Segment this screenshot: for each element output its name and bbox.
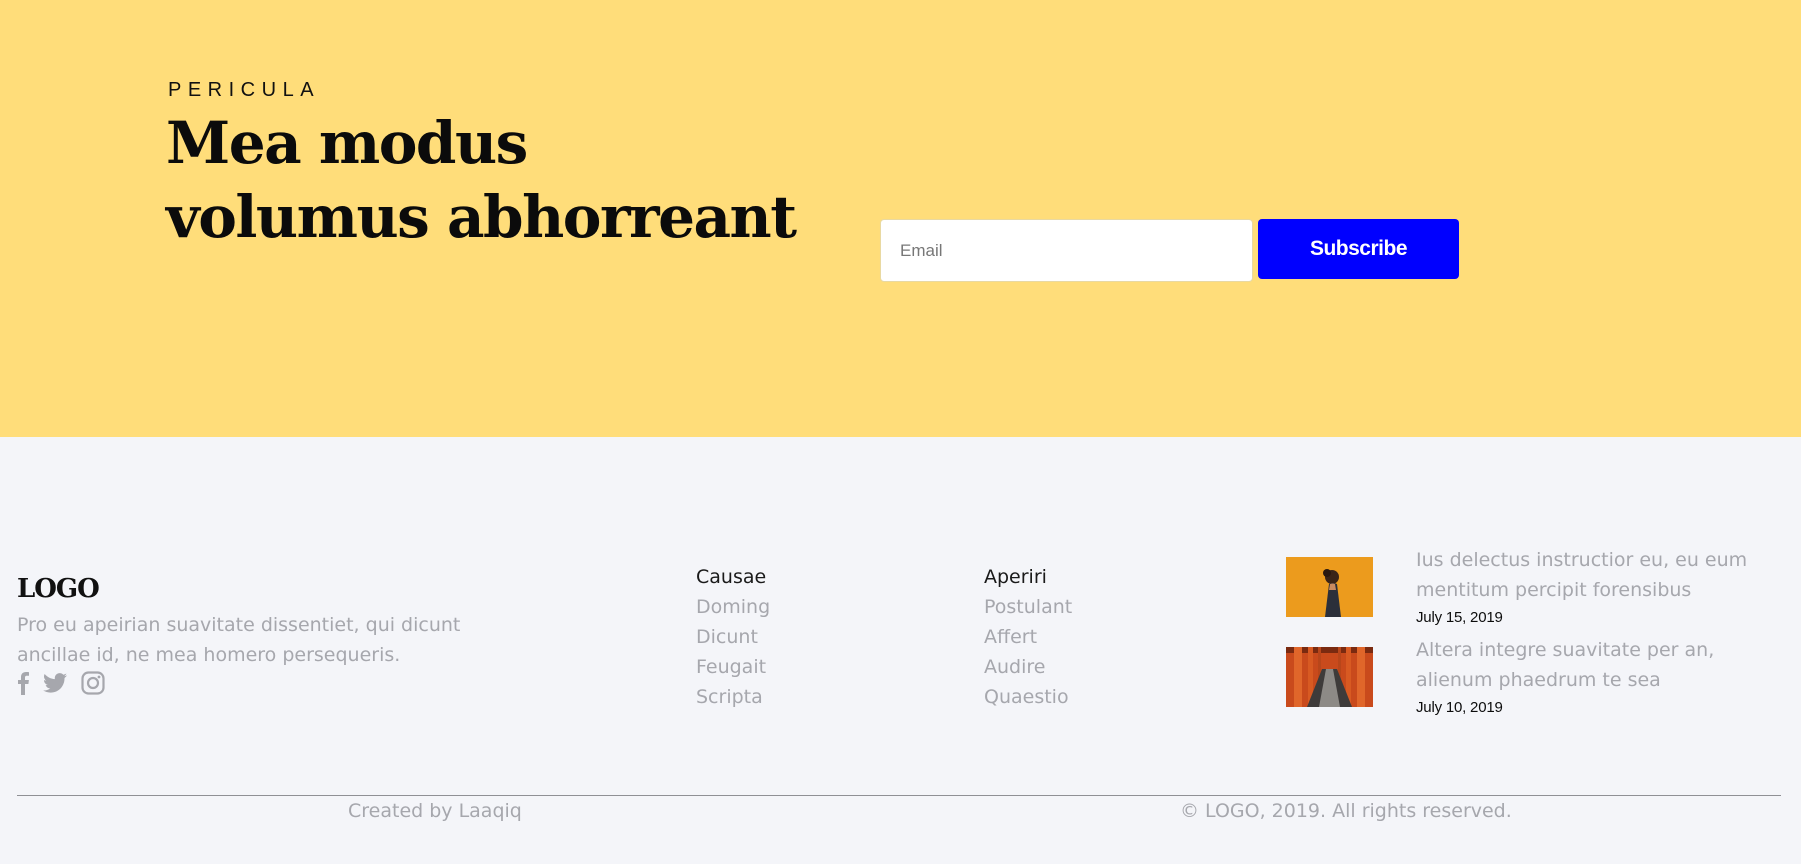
recent-post-title[interactable]: Ius delectus instructior eu, eu eum ment… xyxy=(1416,545,1786,605)
footer-divider xyxy=(17,795,1781,796)
footer-column-causae: Causae Doming Dicunt Feugait Scripta xyxy=(696,562,770,712)
footer-link-scripta[interactable]: Scripta xyxy=(696,682,770,712)
footer-about-text: Pro eu apeirian suavitate dissentiet, qu… xyxy=(17,614,461,666)
instagram-icon[interactable] xyxy=(81,671,105,695)
torii-gates-path-image[interactable] xyxy=(1286,647,1373,707)
footer-link-quaestio[interactable]: Quaestio xyxy=(984,682,1072,712)
footer-link-feugait[interactable]: Feugait xyxy=(696,652,770,682)
footer-credit: Created by Laaqiq xyxy=(348,800,522,822)
newsletter-hero: PERICULA Mea modus volumus abhorreant Su… xyxy=(0,0,1801,437)
footer-copyright: © LOGO, 2019. All rights reserved. xyxy=(1180,800,1512,822)
subscribe-button[interactable]: Subscribe xyxy=(1258,219,1459,279)
hero-eyebrow: PERICULA xyxy=(168,79,321,101)
footer-link-postulant[interactable]: Postulant xyxy=(984,592,1072,622)
recent-post-date: July 15, 2019 xyxy=(1416,609,1503,626)
twitter-icon[interactable] xyxy=(43,673,67,693)
footer-logo[interactable]: LOGO xyxy=(17,574,100,604)
social-links xyxy=(17,668,119,698)
woman-orange-wall-image[interactable] xyxy=(1286,557,1373,617)
email-input[interactable] xyxy=(880,219,1253,282)
footer-link-doming[interactable]: Doming xyxy=(696,592,770,622)
footer-link-audire[interactable]: Audire xyxy=(984,652,1072,682)
footer-link-affert[interactable]: Affert xyxy=(984,622,1072,652)
footer-column-title: Aperiri xyxy=(984,566,1047,588)
recent-post-title[interactable]: Altera integre suavitate per an, alienum… xyxy=(1416,635,1786,695)
recent-post-date: July 10, 2019 xyxy=(1416,699,1503,716)
footer-column-title: Causae xyxy=(696,566,767,588)
footer-column-aperiri: Aperiri Postulant Affert Audire Quaestio xyxy=(984,562,1072,712)
facebook-icon[interactable] xyxy=(17,671,29,695)
hero-headline: Mea modus volumus abhorreant xyxy=(166,109,797,251)
footer-link-dicunt[interactable]: Dicunt xyxy=(696,622,770,652)
